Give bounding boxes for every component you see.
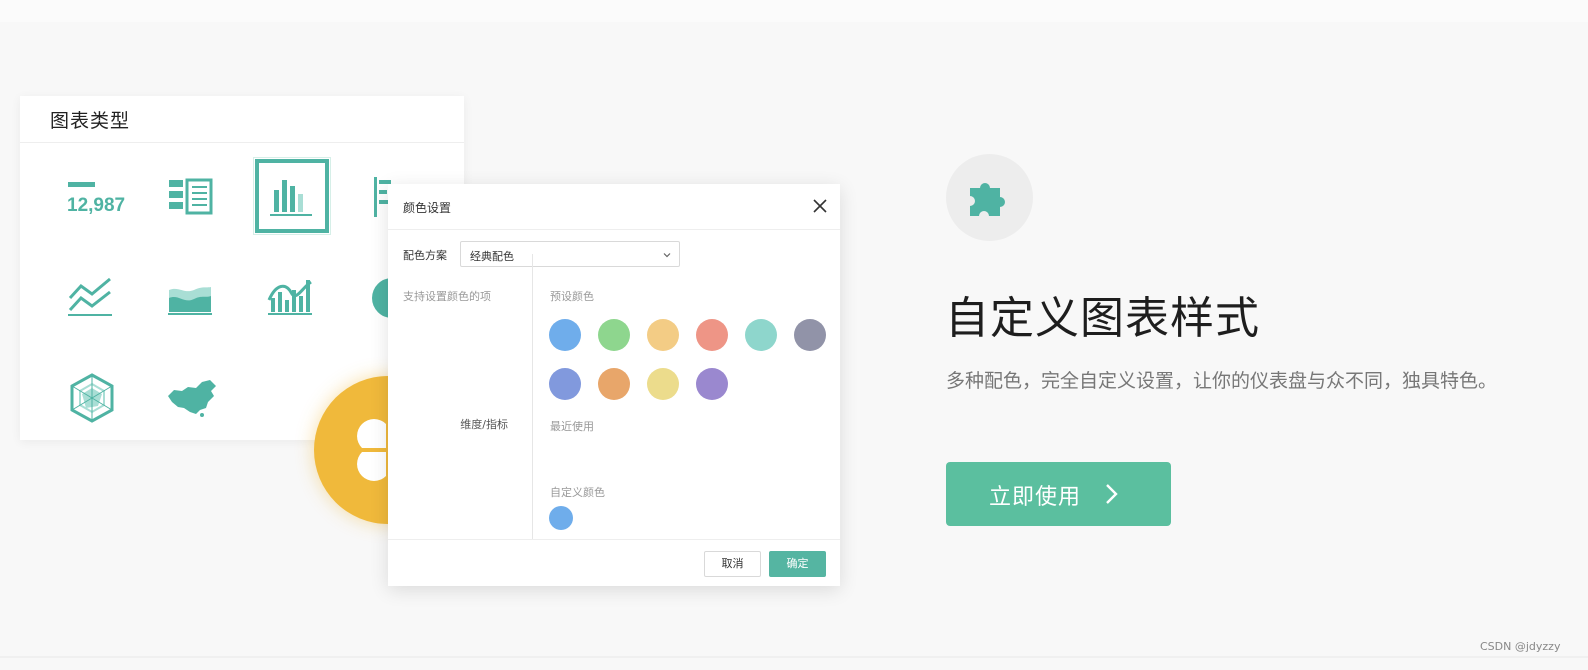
puzzle-icon bbox=[970, 183, 1005, 216]
bottom-divider bbox=[0, 656, 1588, 658]
color-items-header: 支持设置颜色的项 bbox=[403, 290, 491, 303]
table-list-icon[interactable] bbox=[154, 160, 230, 236]
feature-description: 多种配色，完全自定义设置，让你的仪表盘与众不同，独具特色。 bbox=[946, 370, 1498, 392]
area-chart-icon[interactable] bbox=[154, 260, 230, 336]
preset-colors-label: 预设颜色 bbox=[550, 290, 594, 303]
color-swatch[interactable] bbox=[696, 368, 728, 400]
chevron-down-icon bbox=[663, 253, 671, 258]
recent-colors-label: 最近使用 bbox=[550, 420, 594, 433]
use-now-button[interactable]: 立即使用 bbox=[946, 462, 1171, 526]
use-now-button-label: 立即使用 bbox=[989, 485, 1082, 510]
color-swatch[interactable] bbox=[598, 368, 630, 400]
puzzle-icon-circle bbox=[946, 154, 1033, 241]
kpi-value-text: 12,987 bbox=[67, 195, 125, 216]
divider bbox=[20, 142, 464, 143]
color-swatch[interactable] bbox=[794, 319, 826, 351]
dialog-title: 颜色设置 bbox=[403, 201, 452, 215]
cancel-button[interactable]: 取消 bbox=[704, 551, 761, 577]
chevron-right-icon bbox=[1106, 484, 1118, 504]
column-divider bbox=[532, 254, 533, 539]
close-icon[interactable] bbox=[812, 198, 828, 214]
combo-chart-icon[interactable] bbox=[254, 260, 330, 336]
scheme-label: 配色方案 bbox=[403, 249, 447, 262]
scheme-select[interactable]: 经典配色 bbox=[460, 241, 680, 267]
kpi-number-icon[interactable]: 12,987 bbox=[54, 160, 130, 236]
color-swatch[interactable] bbox=[745, 319, 777, 351]
chart-type-panel-title: 图表类型 bbox=[50, 110, 131, 132]
color-swatch[interactable] bbox=[647, 368, 679, 400]
color-swatch[interactable] bbox=[598, 319, 630, 351]
top-band bbox=[0, 0, 1588, 22]
color-swatch[interactable] bbox=[549, 368, 581, 400]
watermark: CSDN @jdyzzy bbox=[1480, 640, 1561, 653]
radar-chart-icon[interactable] bbox=[54, 360, 130, 436]
feature-title: 自定义图表样式 bbox=[945, 293, 1260, 344]
color-swatch[interactable] bbox=[647, 319, 679, 351]
confirm-button[interactable]: 确定 bbox=[769, 551, 826, 577]
color-settings-dialog: 颜色设置 配色方案 经典配色 支持设置颜色的项 维度/指标 预设颜色 最近使用 … bbox=[388, 184, 840, 586]
divider bbox=[388, 229, 840, 230]
line-chart-icon[interactable] bbox=[54, 260, 130, 336]
color-item-dimension-metric[interactable]: 维度/指标 bbox=[403, 416, 508, 432]
custom-colors-label: 自定义颜色 bbox=[550, 486, 605, 499]
scheme-select-value: 经典配色 bbox=[470, 250, 514, 263]
divider bbox=[388, 539, 840, 540]
color-swatch[interactable] bbox=[549, 319, 581, 351]
bar-chart-icon[interactable] bbox=[254, 158, 330, 234]
color-swatch[interactable] bbox=[696, 319, 728, 351]
china-map-icon[interactable] bbox=[154, 360, 230, 436]
custom-color-swatch[interactable] bbox=[549, 506, 573, 530]
